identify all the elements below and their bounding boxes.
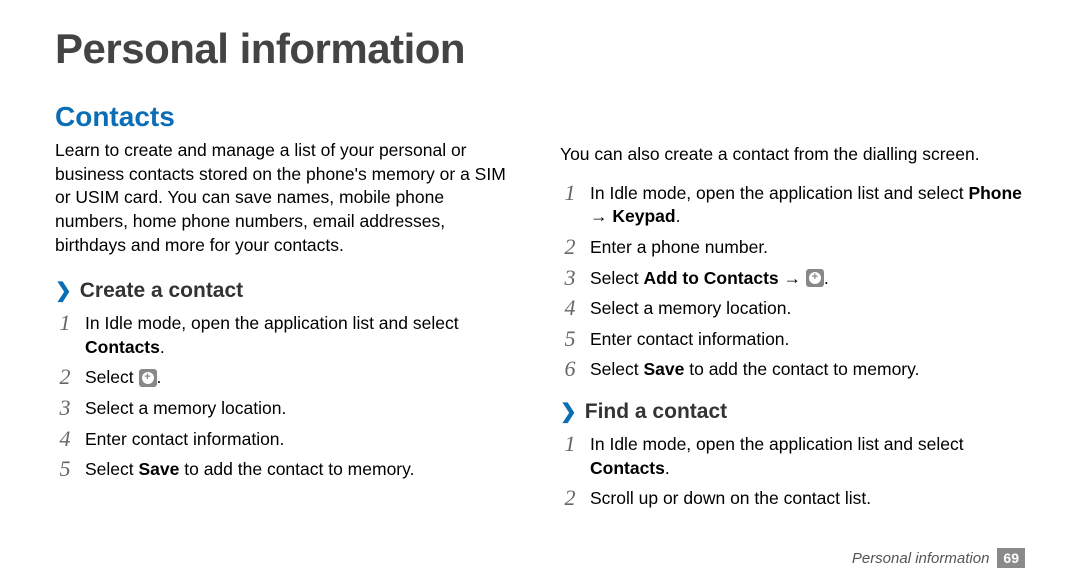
text: . xyxy=(676,206,681,226)
step-text: Select Save to add the contact to memory… xyxy=(590,357,919,382)
text: In Idle mode, open the application list … xyxy=(85,313,459,333)
step-text: Select Save to add the contact to memory… xyxy=(85,457,414,482)
step-number: 5 xyxy=(560,327,580,351)
step-text: Select . xyxy=(85,365,161,390)
step-text: In Idle mode, open the application list … xyxy=(590,181,1025,229)
step-number: 1 xyxy=(560,181,580,205)
step-text: Select a memory location. xyxy=(590,296,791,321)
text: → xyxy=(590,206,612,226)
bold-text: Add to Contacts xyxy=(644,268,779,288)
step-text: Scroll up or down on the contact list. xyxy=(590,486,871,511)
step: 2 Enter a phone number. xyxy=(560,235,1025,260)
step: 5 Select Save to add the contact to memo… xyxy=(55,457,520,482)
step-number: 4 xyxy=(55,427,75,451)
step: 5 Enter contact information. xyxy=(560,327,1025,352)
step-number: 6 xyxy=(560,357,580,381)
step-number: 2 xyxy=(55,365,75,389)
sub-heading-find: ❯ Find a contact xyxy=(560,400,1025,424)
text: . xyxy=(665,458,670,478)
bold-text: Contacts xyxy=(85,337,160,357)
step: 3 Select Add to Contacts → . xyxy=(560,266,1025,291)
sub-heading-text: Find a contact xyxy=(585,400,727,424)
step: 6 Select Save to add the contact to memo… xyxy=(560,357,1025,382)
bold-text: Save xyxy=(139,459,180,479)
bold-text: Phone xyxy=(968,183,1021,203)
step-text: Select Add to Contacts → . xyxy=(590,266,829,291)
find-steps: 1 In Idle mode, open the application lis… xyxy=(560,432,1025,511)
sub-heading-create: ❯ Create a contact xyxy=(55,279,520,303)
step-number: 3 xyxy=(55,396,75,420)
text: Select xyxy=(590,268,644,288)
text: Select xyxy=(85,459,139,479)
step-text: In Idle mode, open the application list … xyxy=(85,311,520,359)
step: 3 Select a memory location. xyxy=(55,396,520,421)
bold-text: Save xyxy=(644,359,685,379)
step: 1 In Idle mode, open the application lis… xyxy=(560,432,1025,480)
text: Select xyxy=(590,359,644,379)
step: 4 Select a memory location. xyxy=(560,296,1025,321)
step-text: Select a memory location. xyxy=(85,396,286,421)
step-number: 1 xyxy=(560,432,580,456)
footer-label: Personal information xyxy=(852,550,990,567)
bold-text: Contacts xyxy=(590,458,665,478)
sub-heading-text: Create a contact xyxy=(80,279,243,303)
page-footer: Personal information 69 xyxy=(852,548,1025,568)
text: . xyxy=(160,337,165,357)
step-number: 3 xyxy=(560,266,580,290)
text: to add the contact to memory. xyxy=(684,359,919,379)
step: 2 Select . xyxy=(55,365,520,390)
dial-steps: 1 In Idle mode, open the application lis… xyxy=(560,181,1025,382)
add-icon xyxy=(806,269,824,287)
text: . xyxy=(824,268,829,288)
lead-text: You can also create a contact from the d… xyxy=(560,143,1025,167)
chevron-right-icon: ❯ xyxy=(55,281,72,301)
left-column: Contacts Learn to create and manage a li… xyxy=(55,101,520,511)
page-number: 69 xyxy=(997,548,1025,568)
text: → xyxy=(779,268,806,288)
chevron-right-icon: ❯ xyxy=(560,402,577,422)
add-icon xyxy=(139,369,157,387)
create-steps: 1 In Idle mode, open the application lis… xyxy=(55,311,520,482)
step-number: 4 xyxy=(560,296,580,320)
step-number: 1 xyxy=(55,311,75,335)
step-number: 2 xyxy=(560,486,580,510)
step-text: Enter a phone number. xyxy=(590,235,768,260)
section-heading-contacts: Contacts xyxy=(55,101,520,133)
text: Select xyxy=(85,367,139,387)
page-title: Personal information xyxy=(55,25,1025,73)
step: 2 Scroll up or down on the contact list. xyxy=(560,486,1025,511)
step: 1 In Idle mode, open the application lis… xyxy=(560,181,1025,229)
text: . xyxy=(157,367,162,387)
text: In Idle mode, open the application list … xyxy=(590,434,964,454)
intro-text: Learn to create and manage a list of you… xyxy=(55,139,520,257)
text: to add the contact to memory. xyxy=(179,459,414,479)
step-text: Enter contact information. xyxy=(85,427,284,452)
step: 4 Enter contact information. xyxy=(55,427,520,452)
step-number: 5 xyxy=(55,457,75,481)
bold-text: Keypad xyxy=(612,206,675,226)
right-column: You can also create a contact from the d… xyxy=(560,101,1025,511)
step-text: Enter contact information. xyxy=(590,327,789,352)
step-text: In Idle mode, open the application list … xyxy=(590,432,1025,480)
text: In Idle mode, open the application list … xyxy=(590,183,968,203)
step: 1 In Idle mode, open the application lis… xyxy=(55,311,520,359)
content-columns: Contacts Learn to create and manage a li… xyxy=(55,101,1025,511)
step-number: 2 xyxy=(560,235,580,259)
